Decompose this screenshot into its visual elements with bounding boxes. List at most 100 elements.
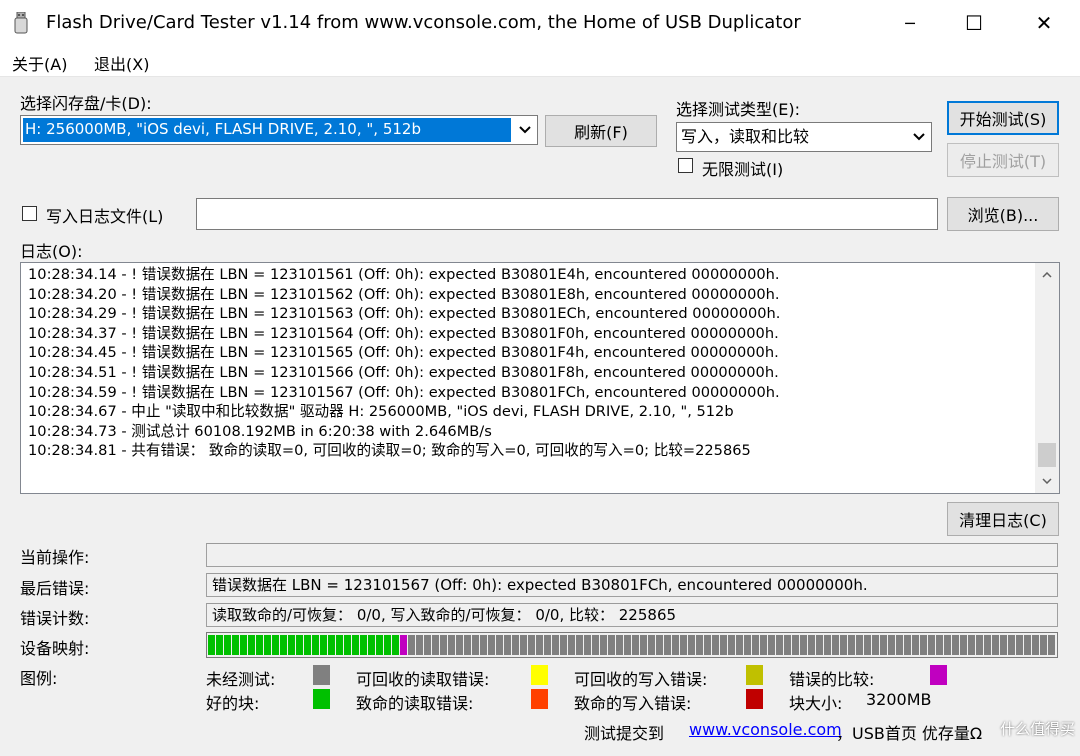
start-test-button[interactable]: 开始测试(S) bbox=[947, 101, 1059, 135]
map-block-untested bbox=[448, 635, 455, 655]
map-block-untested bbox=[528, 635, 535, 655]
map-block-good bbox=[336, 635, 343, 655]
map-block-untested bbox=[568, 635, 575, 655]
refresh-button[interactable]: 刷新(F) bbox=[545, 115, 657, 147]
watermark: 什么值得买 bbox=[1000, 720, 1076, 738]
map-block-good bbox=[216, 635, 223, 655]
legend-fatal-read-swatch bbox=[531, 689, 548, 709]
vconsole-link[interactable]: www.vconsole.com bbox=[689, 720, 842, 739]
map-block-untested bbox=[504, 635, 511, 655]
drive-select-label: 选择闪存盘/卡(D): bbox=[20, 94, 152, 113]
map-block-untested bbox=[456, 635, 463, 655]
map-block-untested bbox=[600, 635, 607, 655]
log-line: 10:28:34.37 - ! 错误数据在 LBN = 123101564 (O… bbox=[28, 324, 779, 342]
menu-exit[interactable]: 退出(X) bbox=[94, 51, 149, 75]
legend-label: 图例: bbox=[20, 669, 58, 688]
current-operation-field bbox=[206, 543, 1058, 567]
map-block-untested bbox=[440, 635, 447, 655]
error-count-field: 读取致命的/可恢复： 0/0, 写入致命的/可恢复： 0/0, 比较： 2258… bbox=[206, 603, 1058, 627]
footer-suffix: ，USB首页 优存量Ω bbox=[836, 724, 983, 743]
map-block-untested bbox=[768, 635, 775, 655]
log-line: 10:28:34.67 - 中止 "读取中和比较数据" 驱动器 H: 25600… bbox=[28, 403, 734, 421]
log-line: 10:28:34.20 - ! 错误数据在 LBN = 123101562 (O… bbox=[28, 285, 780, 303]
log-file-path-input[interactable] bbox=[196, 198, 938, 230]
legend-compare-error-swatch bbox=[930, 665, 947, 685]
scroll-up-icon[interactable] bbox=[1035, 263, 1059, 287]
map-block-untested bbox=[672, 635, 679, 655]
map-block-untested bbox=[880, 635, 887, 655]
maximize-button[interactable]: ☐ bbox=[944, 0, 1004, 46]
map-block-untested bbox=[704, 635, 711, 655]
map-block-untested bbox=[696, 635, 703, 655]
close-button[interactable]: ✕ bbox=[1014, 0, 1074, 46]
legend-recoverable-read-swatch bbox=[531, 665, 548, 685]
map-block-good bbox=[304, 635, 311, 655]
minimize-button[interactable]: ─ bbox=[880, 0, 940, 46]
map-block-untested bbox=[912, 635, 919, 655]
test-type-select[interactable]: 写入，读取和比较 bbox=[676, 122, 932, 152]
write-log-file-checkbox[interactable] bbox=[22, 206, 37, 221]
log-scrollbar[interactable] bbox=[1035, 263, 1059, 493]
map-block-compare-error bbox=[400, 635, 407, 655]
map-block-untested bbox=[488, 635, 495, 655]
menu-about[interactable]: 关于(A) bbox=[12, 51, 67, 75]
test-type-label: 选择测试类型(E): bbox=[676, 100, 800, 119]
stop-test-button[interactable]: 停止测试(T) bbox=[947, 143, 1059, 177]
map-block-untested bbox=[544, 635, 551, 655]
map-block-untested bbox=[968, 635, 975, 655]
device-map bbox=[206, 632, 1058, 658]
maximize-icon: ☐ bbox=[965, 11, 983, 35]
map-block-untested bbox=[616, 635, 623, 655]
log-line: 10:28:34.81 - 共有错误： 致命的读取=0, 可回收的读取=0; 致… bbox=[28, 442, 751, 460]
log-line: 10:28:34.45 - ! 错误数据在 LBN = 123101565 (O… bbox=[28, 344, 779, 362]
map-block-untested bbox=[656, 635, 663, 655]
legend-fatal-read-label: 致命的读取错误: bbox=[356, 694, 474, 713]
block-size-value: 3200MB bbox=[866, 690, 932, 709]
map-block-untested bbox=[624, 635, 631, 655]
map-block-untested bbox=[424, 635, 431, 655]
map-block-untested bbox=[800, 635, 807, 655]
test-type-value: 写入，读取和比较 bbox=[681, 127, 810, 146]
write-log-file-label[interactable]: 写入日志文件(L) bbox=[46, 203, 163, 227]
map-block-good bbox=[264, 635, 271, 655]
map-block-good bbox=[320, 635, 327, 655]
footer-submit-label: 测试提交到 bbox=[584, 724, 665, 743]
map-block-untested bbox=[728, 635, 735, 655]
chevron-down-icon[interactable] bbox=[514, 117, 536, 143]
map-block-untested bbox=[1048, 635, 1055, 655]
log-list[interactable]: 10:28:34.14 - ! 错误数据在 LBN = 123101561 (O… bbox=[20, 262, 1060, 494]
last-error-label: 最后错误: bbox=[20, 579, 90, 598]
map-block-untested bbox=[496, 635, 503, 655]
infinite-test-label[interactable]: 无限测试(I) bbox=[702, 156, 783, 180]
legend-good-swatch bbox=[313, 689, 330, 709]
map-block-untested bbox=[720, 635, 727, 655]
map-block-untested bbox=[920, 635, 927, 655]
map-block-good bbox=[328, 635, 335, 655]
log-line: 10:28:34.59 - ! 错误数据在 LBN = 123101567 (O… bbox=[28, 383, 780, 401]
clear-log-button[interactable]: 清理日志(C) bbox=[947, 502, 1059, 536]
block-size-label: 块大小: bbox=[789, 694, 843, 713]
scroll-thumb[interactable] bbox=[1038, 443, 1056, 467]
map-block-good bbox=[296, 635, 303, 655]
legend-untested-label: 未经测试: bbox=[206, 670, 276, 689]
map-block-untested bbox=[936, 635, 943, 655]
map-block-good bbox=[376, 635, 383, 655]
chevron-down-icon[interactable] bbox=[908, 124, 930, 150]
map-block-untested bbox=[896, 635, 903, 655]
map-block-untested bbox=[536, 635, 543, 655]
legend-recoverable-write-swatch bbox=[746, 665, 763, 685]
map-block-untested bbox=[992, 635, 999, 655]
map-block-untested bbox=[552, 635, 559, 655]
map-block-untested bbox=[1040, 635, 1047, 655]
map-block-untested bbox=[824, 635, 831, 655]
browse-button[interactable]: 浏览(B)... bbox=[947, 197, 1059, 231]
infinite-test-checkbox[interactable] bbox=[678, 158, 693, 173]
scroll-down-icon[interactable] bbox=[1035, 469, 1059, 493]
error-count-label: 错误计数: bbox=[20, 609, 90, 628]
log-line: 10:28:34.73 - 测试总计 60108.192MB in 6:20:3… bbox=[28, 422, 492, 440]
drive-select[interactable]: H: 256000MB, "iOS devi, FLASH DRIVE, 2.1… bbox=[20, 115, 538, 145]
map-block-untested bbox=[464, 635, 471, 655]
map-block-untested bbox=[1008, 635, 1015, 655]
usb-drive-icon bbox=[14, 12, 28, 34]
map-block-untested bbox=[592, 635, 599, 655]
